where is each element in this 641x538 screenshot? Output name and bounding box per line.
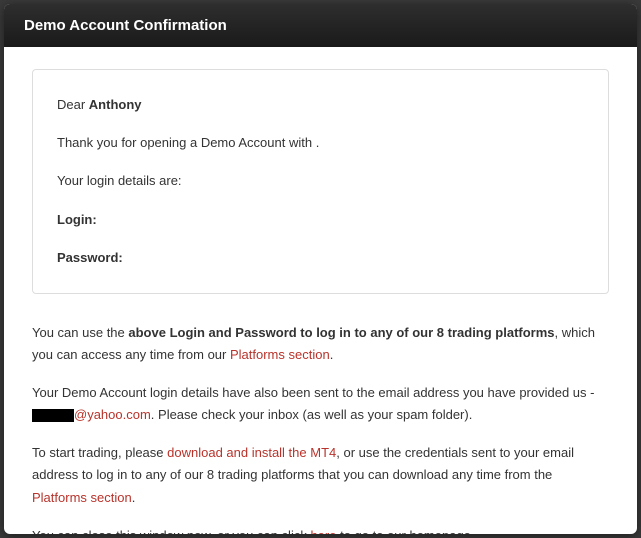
email-address: @yahoo.com	[74, 407, 151, 422]
greeting-line: Dear Anthony	[57, 96, 584, 114]
modal-title: Demo Account Confirmation	[24, 17, 227, 34]
details-intro: Your login details are:	[57, 172, 584, 190]
email-paragraph: Your Demo Account login details have als…	[32, 382, 609, 426]
thank-you-line: Thank you for opening a Demo Account wit…	[57, 134, 584, 152]
platforms-section-link[interactable]: Platforms section	[230, 347, 330, 362]
modal-header: Demo Account Confirmation	[4, 4, 637, 47]
platforms-paragraph: You can use the above Login and Password…	[32, 322, 609, 366]
platforms-section-link-2[interactable]: Platforms section	[32, 490, 132, 505]
redacted-email-prefix	[32, 409, 74, 422]
confirmation-modal: Demo Account Confirmation Dear Anthony T…	[4, 4, 637, 534]
login-details-box: Dear Anthony Thank you for opening a Dem…	[32, 69, 609, 294]
password-field: Password:	[57, 249, 584, 267]
download-mt4-link[interactable]: download and install the MT4	[167, 445, 336, 460]
user-name: Anthony	[89, 97, 142, 112]
body-text: You can use the above Login and Password…	[32, 322, 609, 534]
download-paragraph: To start trading, please download and in…	[32, 442, 609, 508]
close-paragraph: You can close this window now, or you ca…	[32, 525, 609, 534]
login-field: Login:	[57, 211, 584, 229]
modal-content: Dear Anthony Thank you for opening a Dem…	[4, 47, 637, 534]
homepage-link[interactable]: here	[310, 528, 336, 534]
